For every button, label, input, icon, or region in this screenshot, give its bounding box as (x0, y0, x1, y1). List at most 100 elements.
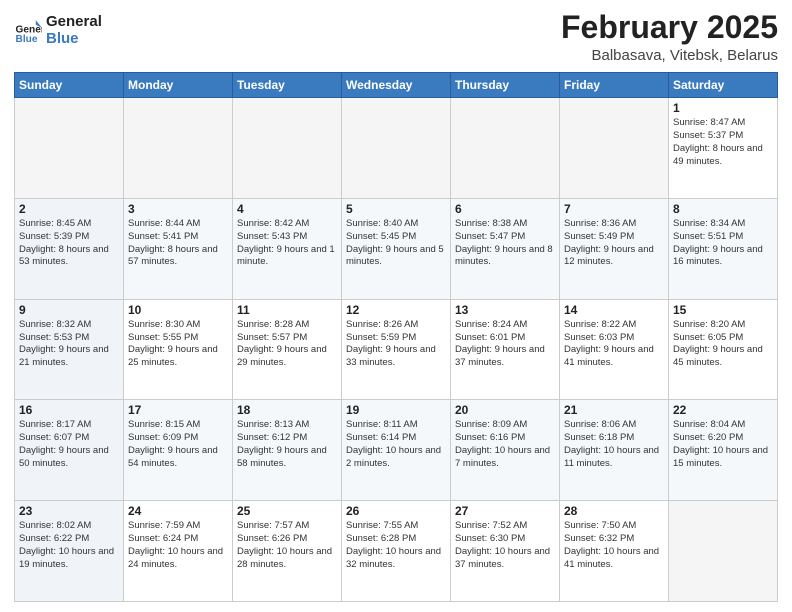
day-info: Sunrise: 8:17 AM Sunset: 6:07 PM Dayligh… (19, 419, 119, 470)
calendar-cell (342, 98, 451, 199)
weekday-header-monday: Monday (124, 73, 233, 98)
day-info: Sunrise: 8:15 AM Sunset: 6:09 PM Dayligh… (128, 419, 228, 470)
calendar-cell (560, 98, 669, 199)
calendar-cell: 5 Sunrise: 8:40 AM Sunset: 5:45 PM Daylig… (342, 198, 451, 299)
calendar-cell: 11Sunrise: 8:28 AM Sunset: 5:57 PM Dayli… (233, 299, 342, 400)
day-info: Sunrise: 7:59 AM Sunset: 6:24 PM Dayligh… (128, 520, 228, 571)
day-number: 17 (128, 403, 228, 417)
calendar-cell: 18 Sunrise: 8:13 AM Sunset: 6:12 PM Dayli… (233, 400, 342, 501)
weekday-header-sunday: Sunday (15, 73, 124, 98)
calendar-cell: 21 Sunrise: 8:06 AM Sunset: 6:18 PM Dayli… (560, 400, 669, 501)
day-number: 4 (237, 202, 337, 216)
calendar-cell: 14 Sunrise: 8:22 AM Sunset: 6:03 PM Dayli… (560, 299, 669, 400)
calendar-cell (233, 98, 342, 199)
day-info: Sunrise: 8:09 AM Sunset: 6:16 PM Dayligh… (455, 419, 555, 470)
day-number: 11 (237, 303, 337, 317)
logo-general-text: General (46, 14, 102, 31)
calendar-cell: 12 Sunrise: 8:26 AM Sunset: 5:59 PM Dayli… (342, 299, 451, 400)
calendar-cell: 13 Sunrise: 8:24 AM Sunset: 6:01 PM Dayli… (451, 299, 560, 400)
day-info: Sunrise: 7:52 AM Sunset: 6:30 PM Dayligh… (455, 520, 555, 571)
calendar-cell: 6 Sunrise: 8:38 AM Sunset: 5:47 PM Daylig… (451, 198, 560, 299)
day-number: 9 (19, 303, 119, 317)
day-info: Sunrise: 8:24 AM Sunset: 6:01 PM Dayligh… (455, 319, 555, 370)
day-info: Sunrise: 8:38 AM Sunset: 5:47 PM Dayligh… (455, 218, 555, 269)
day-info: Sunrise: 8:47 AM Sunset: 5:37 PM Dayligh… (673, 117, 773, 168)
day-info: Sunrise: 7:55 AM Sunset: 6:28 PM Dayligh… (346, 520, 446, 571)
day-number: 5 (346, 202, 446, 216)
calendar-cell: 20Sunrise: 8:09 AM Sunset: 6:16 PM Dayli… (451, 400, 560, 501)
calendar-cell: 28 Sunrise: 7:50 AM Sunset: 6:32 PM Dayli… (560, 501, 669, 602)
calendar-cell (451, 98, 560, 199)
day-number: 23 (19, 504, 119, 518)
calendar-cell: 4 Sunrise: 8:42 AM Sunset: 5:43 PM Daylig… (233, 198, 342, 299)
logo-blue-text: Blue (46, 31, 102, 48)
month-title: February 2025 (561, 10, 778, 45)
day-number: 2 (19, 202, 119, 216)
day-number: 24 (128, 504, 228, 518)
calendar-cell: 22Sunrise: 8:04 AM Sunset: 6:20 PM Dayli… (669, 400, 778, 501)
page: General Blue General Blue February 2025 … (0, 0, 792, 612)
calendar-cell: 8Sunrise: 8:34 AM Sunset: 5:51 PM Daylig… (669, 198, 778, 299)
day-info: Sunrise: 8:30 AM Sunset: 5:55 PM Dayligh… (128, 319, 228, 370)
day-info: Sunrise: 8:26 AM Sunset: 5:59 PM Dayligh… (346, 319, 446, 370)
location-title: Balbasava, Vitebsk, Belarus (561, 47, 778, 64)
calendar-week-row: 16Sunrise: 8:17 AM Sunset: 6:07 PM Dayli… (15, 400, 778, 501)
weekday-header-friday: Friday (560, 73, 669, 98)
calendar-week-row: 1Sunrise: 8:47 AM Sunset: 5:37 PM Daylig… (15, 98, 778, 199)
day-number: 15 (673, 303, 773, 317)
day-info: Sunrise: 8:13 AM Sunset: 6:12 PM Dayligh… (237, 419, 337, 470)
day-info: Sunrise: 7:50 AM Sunset: 6:32 PM Dayligh… (564, 520, 664, 571)
day-number: 25 (237, 504, 337, 518)
calendar-cell (15, 98, 124, 199)
logo-icon: General Blue (14, 17, 42, 45)
calendar-table: SundayMondayTuesdayWednesdayThursdayFrid… (14, 72, 778, 602)
header: General Blue General Blue February 2025 … (14, 10, 778, 64)
day-info: Sunrise: 8:40 AM Sunset: 5:45 PM Dayligh… (346, 218, 446, 269)
day-number: 3 (128, 202, 228, 216)
calendar-cell: 2 Sunrise: 8:45 AM Sunset: 5:39 PM Daylig… (15, 198, 124, 299)
svg-text:Blue: Blue (16, 33, 38, 44)
calendar-cell: 1Sunrise: 8:47 AM Sunset: 5:37 PM Daylig… (669, 98, 778, 199)
weekday-header-row: SundayMondayTuesdayWednesdayThursdayFrid… (15, 73, 778, 98)
day-info: Sunrise: 8:22 AM Sunset: 6:03 PM Dayligh… (564, 319, 664, 370)
calendar-cell: 3Sunrise: 8:44 AM Sunset: 5:41 PM Daylig… (124, 198, 233, 299)
day-info: Sunrise: 8:20 AM Sunset: 6:05 PM Dayligh… (673, 319, 773, 370)
day-info: Sunrise: 8:06 AM Sunset: 6:18 PM Dayligh… (564, 419, 664, 470)
weekday-header-tuesday: Tuesday (233, 73, 342, 98)
calendar-cell: 7 Sunrise: 8:36 AM Sunset: 5:49 PM Daylig… (560, 198, 669, 299)
calendar-cell (669, 501, 778, 602)
weekday-header-saturday: Saturday (669, 73, 778, 98)
day-info: Sunrise: 8:32 AM Sunset: 5:53 PM Dayligh… (19, 319, 119, 370)
calendar-cell: 10 Sunrise: 8:30 AM Sunset: 5:55 PM Dayli… (124, 299, 233, 400)
day-number: 28 (564, 504, 664, 518)
day-number: 13 (455, 303, 555, 317)
calendar-cell: 9 Sunrise: 8:32 AM Sunset: 5:53 PM Daylig… (15, 299, 124, 400)
day-number: 14 (564, 303, 664, 317)
day-info: Sunrise: 8:34 AM Sunset: 5:51 PM Dayligh… (673, 218, 773, 269)
calendar-cell: 26Sunrise: 7:55 AM Sunset: 6:28 PM Dayli… (342, 501, 451, 602)
day-info: Sunrise: 8:45 AM Sunset: 5:39 PM Dayligh… (19, 218, 119, 269)
calendar-week-row: 9 Sunrise: 8:32 AM Sunset: 5:53 PM Daylig… (15, 299, 778, 400)
calendar-week-row: 2 Sunrise: 8:45 AM Sunset: 5:39 PM Daylig… (15, 198, 778, 299)
day-number: 12 (346, 303, 446, 317)
day-number: 10 (128, 303, 228, 317)
calendar-cell: 17 Sunrise: 8:15 AM Sunset: 6:09 PM Dayli… (124, 400, 233, 501)
day-info: Sunrise: 8:02 AM Sunset: 6:22 PM Dayligh… (19, 520, 119, 571)
day-number: 19 (346, 403, 446, 417)
calendar-cell (124, 98, 233, 199)
calendar-week-row: 23 Sunrise: 8:02 AM Sunset: 6:22 PM Dayli… (15, 501, 778, 602)
day-info: Sunrise: 8:04 AM Sunset: 6:20 PM Dayligh… (673, 419, 773, 470)
day-number: 7 (564, 202, 664, 216)
day-number: 27 (455, 504, 555, 518)
day-info: Sunrise: 8:36 AM Sunset: 5:49 PM Dayligh… (564, 218, 664, 269)
day-info: Sunrise: 8:42 AM Sunset: 5:43 PM Dayligh… (237, 218, 337, 269)
calendar-cell: 24 Sunrise: 7:59 AM Sunset: 6:24 PM Dayli… (124, 501, 233, 602)
weekday-header-wednesday: Wednesday (342, 73, 451, 98)
calendar-cell: 23 Sunrise: 8:02 AM Sunset: 6:22 PM Dayli… (15, 501, 124, 602)
day-number: 21 (564, 403, 664, 417)
weekday-header-thursday: Thursday (451, 73, 560, 98)
day-number: 18 (237, 403, 337, 417)
day-number: 6 (455, 202, 555, 216)
title-block: February 2025 Balbasava, Vitebsk, Belaru… (561, 10, 778, 64)
logo: General Blue General Blue (14, 14, 102, 47)
